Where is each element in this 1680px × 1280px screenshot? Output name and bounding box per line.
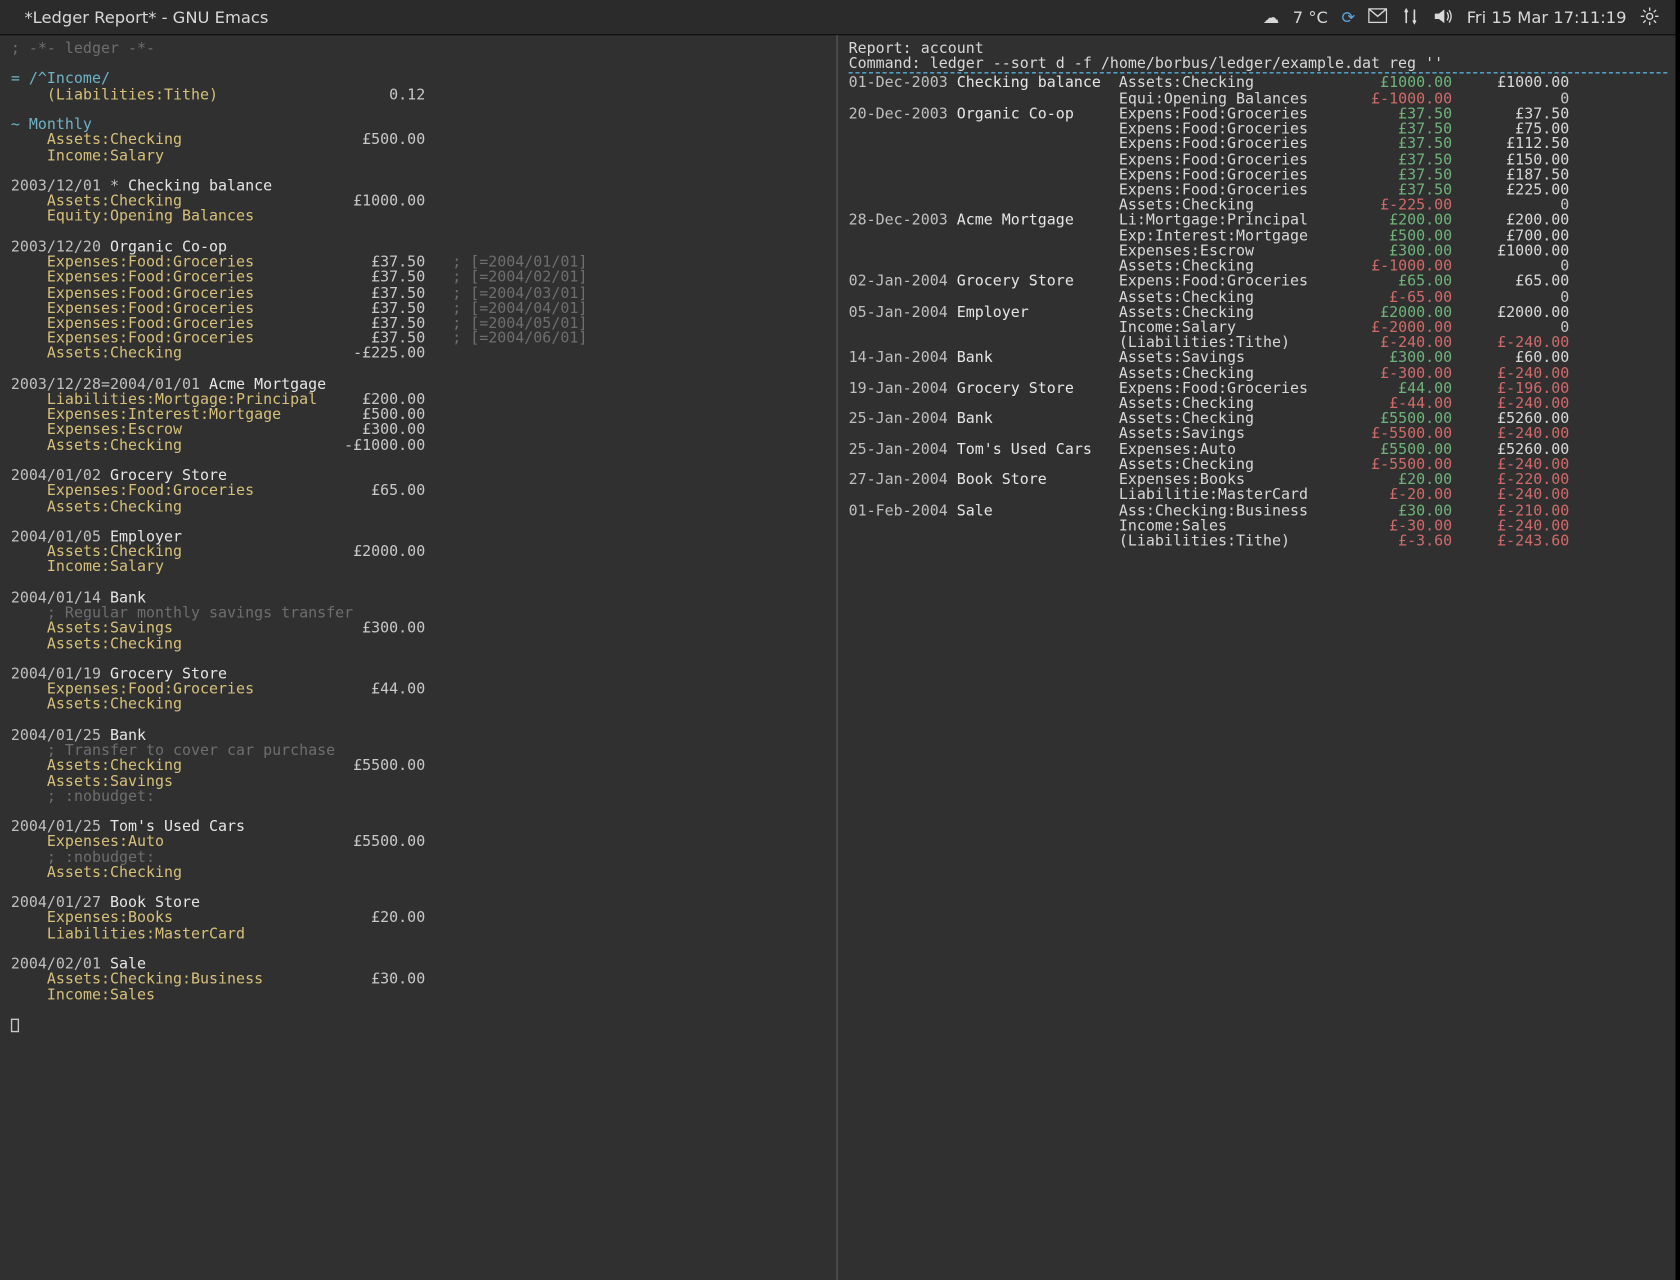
text-cursor (11, 1019, 19, 1033)
left-pane-ledger-source[interactable]: ; -*- ledger -*- = /^Income/ (Liabilitie… (0, 35, 838, 1280)
mail-icon[interactable] (1369, 8, 1388, 26)
window-title: *Ledger Report* - GNU Emacs (0, 7, 268, 26)
desktop-panel: *Ledger Report* - GNU Emacs ☁ 7 °C ⟳ Fri… (0, 0, 1676, 35)
report-row: (Liabilities:Tithe) £-3.60 £-243.60 (849, 533, 1668, 548)
system-tray: ☁ 7 °C ⟳ Fri 15 Mar 17:11:19 (1263, 6, 1676, 28)
volume-icon[interactable] (1434, 7, 1453, 26)
weather-text: 7 °C (1293, 7, 1328, 26)
network-icon[interactable] (1401, 7, 1420, 26)
clock: Fri 15 Mar 17:11:19 (1467, 7, 1627, 26)
gear-icon[interactable] (1640, 6, 1659, 28)
right-pane-ledger-report[interactable]: Report: accountCommand: ledger --sort d … (838, 35, 1676, 1280)
refresh-icon[interactable]: ⟳ (1341, 9, 1355, 25)
weather-icon: ☁ (1263, 9, 1279, 25)
